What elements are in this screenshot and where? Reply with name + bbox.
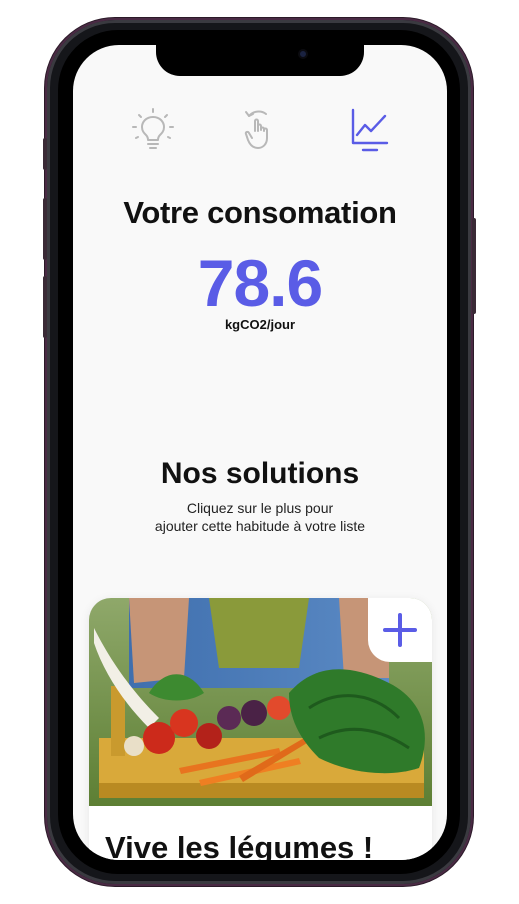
swipe-hand-icon[interactable] bbox=[239, 107, 283, 153]
phone-notch bbox=[156, 45, 364, 76]
consumption-title: Votre consomation bbox=[123, 195, 397, 230]
solutions-subtitle: Cliquez sur le plus pour ajouter cette h… bbox=[73, 499, 447, 535]
top-nav bbox=[73, 107, 447, 157]
card-title: Vive les légumes ! bbox=[105, 830, 374, 860]
plus-icon bbox=[383, 613, 417, 647]
solutions-subtitle-line1: Cliquez sur le plus pour bbox=[186, 500, 334, 516]
consumption-unit: kgCO2/jour bbox=[224, 317, 296, 332]
mute-switch bbox=[43, 138, 47, 170]
solution-card: Vive les légumes ! bbox=[89, 598, 432, 860]
solutions-title: Nos solutions bbox=[160, 457, 360, 490]
solutions-subtitle-line2: ajouter cette habitude à votre liste bbox=[154, 518, 366, 534]
chart-line-icon[interactable] bbox=[347, 107, 391, 153]
lightbulb-icon[interactable] bbox=[131, 107, 175, 153]
front-camera bbox=[298, 49, 308, 59]
consumption-value: 78.6 bbox=[197, 246, 323, 320]
power-button bbox=[472, 218, 476, 314]
volume-down-button bbox=[43, 276, 47, 338]
app-screen: Votre consomation 78.6 kgCO2/jour Nos so… bbox=[73, 45, 447, 860]
add-habit-button[interactable] bbox=[368, 598, 432, 662]
volume-up-button bbox=[43, 198, 47, 260]
